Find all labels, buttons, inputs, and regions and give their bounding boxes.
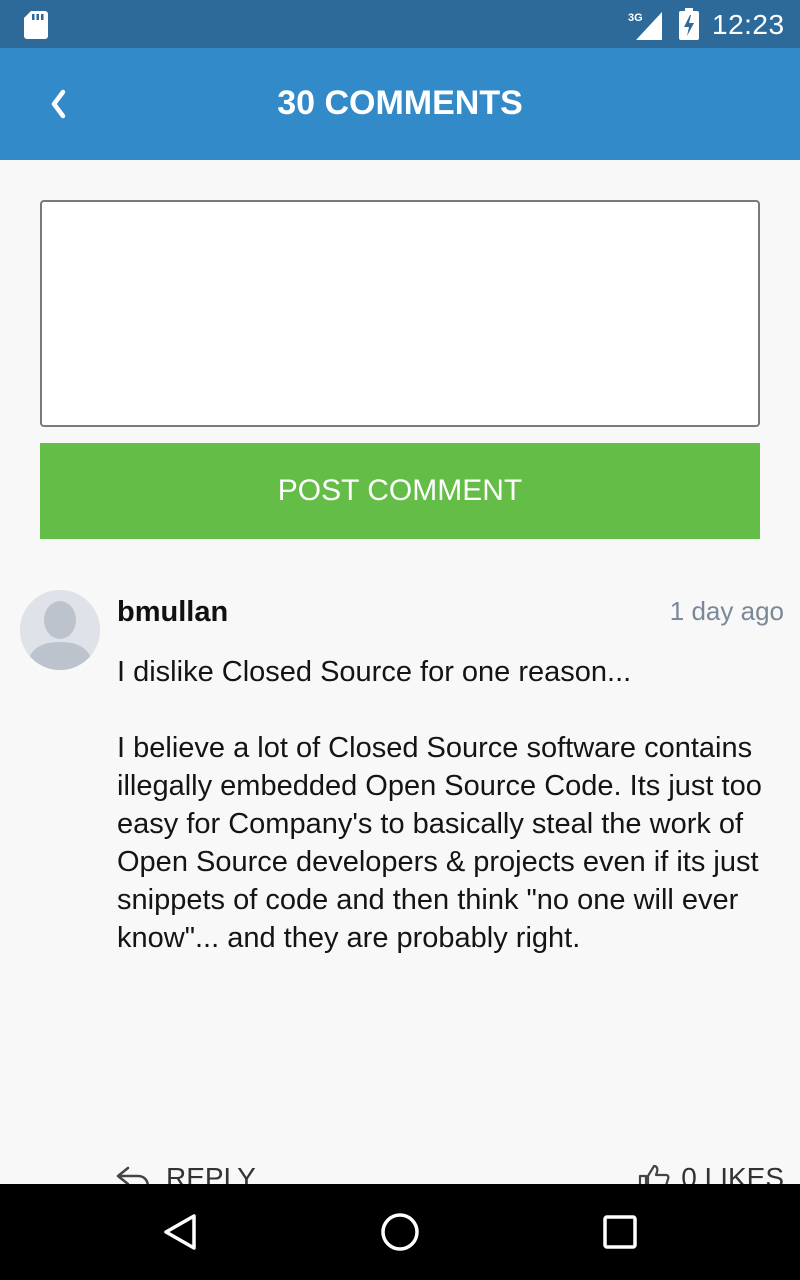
signal-icon: 3G [628,12,662,40]
comment-paragraph: I dislike Closed Source for one reason..… [117,656,632,688]
network-type-label: 3G [628,12,643,24]
user-silhouette-icon [20,590,100,670]
nav-back-button[interactable] [152,1204,208,1260]
comment-author[interactable]: bmullan [117,596,228,629]
nav-recents-button[interactable] [592,1204,648,1260]
post-comment-button[interactable]: POST COMMENT [40,443,760,539]
avatar[interactable] [20,590,100,670]
comment-body: I dislike Closed Source for one reason..… [117,653,777,957]
status-time: 12:23 [712,9,785,40]
nav-home-button[interactable] [372,1204,428,1260]
status-bar: 3G 12:23 [0,0,800,48]
triangle-back-icon [164,1214,196,1250]
circle-home-icon [381,1213,419,1251]
comment-timestamp: 1 day ago [669,596,784,626]
app-bar: 30 COMMENTS [0,48,800,160]
comment-input[interactable] [40,200,760,427]
navigation-bar [0,1184,800,1280]
sd-card-icon [24,11,48,39]
page-title: 30 COMMENTS [277,84,523,122]
square-recents-icon [603,1215,637,1249]
comment-paragraph: I believe a lot of Closed Source softwar… [117,732,762,954]
battery-icon [679,8,699,40]
